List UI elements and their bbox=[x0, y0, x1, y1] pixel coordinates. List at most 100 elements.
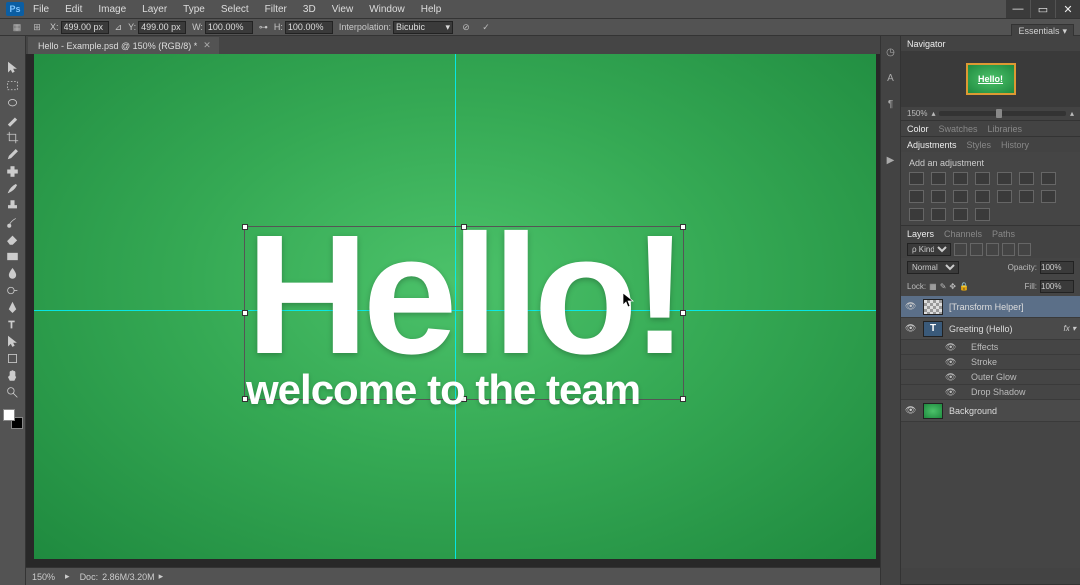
h-field[interactable] bbox=[285, 21, 333, 34]
menu-view[interactable]: View bbox=[325, 2, 361, 17]
lock-all-icon[interactable]: 🔒 bbox=[959, 282, 969, 291]
layer-name[interactable]: Greeting (Hello) bbox=[949, 324, 1058, 334]
actions-icon[interactable]: ▶ bbox=[883, 152, 899, 168]
gradient-tool[interactable] bbox=[2, 248, 24, 265]
menu-type[interactable]: Type bbox=[176, 2, 212, 17]
fx-outer-glow[interactable]: 👁 Outer Glow bbox=[901, 370, 1080, 385]
adj-curves-icon[interactable] bbox=[953, 172, 968, 185]
history-icon[interactable]: ◷ bbox=[883, 44, 899, 60]
wand-tool[interactable] bbox=[2, 112, 24, 129]
layer-name[interactable]: Background bbox=[949, 406, 1076, 416]
stamp-tool[interactable] bbox=[2, 197, 24, 214]
layer-row-greeting[interactable]: 👁 T Greeting (Hello) fx ▾ bbox=[901, 318, 1080, 340]
menu-filter[interactable]: Filter bbox=[258, 2, 294, 17]
fx-badge[interactable]: fx ▾ bbox=[1064, 324, 1076, 333]
move-tool[interactable] bbox=[2, 56, 24, 78]
adjustments-tab[interactable]: Adjustments bbox=[907, 140, 957, 150]
adj-threshold-icon[interactable] bbox=[1019, 190, 1034, 203]
menu-help[interactable]: Help bbox=[414, 2, 449, 17]
layer-row-transform-helper[interactable]: 👁 [Transform Helper] bbox=[901, 296, 1080, 318]
fill-field[interactable] bbox=[1040, 280, 1074, 293]
hand-tool[interactable] bbox=[2, 367, 24, 384]
adj-channel-mixer-icon[interactable] bbox=[931, 190, 946, 203]
opacity-field[interactable] bbox=[1040, 261, 1074, 274]
x-field[interactable] bbox=[61, 21, 109, 34]
visibility-icon[interactable]: 👁 bbox=[905, 405, 917, 416]
swatches-tab[interactable]: Swatches bbox=[939, 124, 978, 134]
character-icon[interactable]: A bbox=[883, 70, 899, 86]
adj-selective-icon[interactable] bbox=[909, 208, 924, 221]
zoom-in-icon[interactable]: ▴ bbox=[1070, 109, 1074, 118]
fx-drop-shadow[interactable]: 👁 Drop Shadow bbox=[901, 385, 1080, 400]
menu-select[interactable]: Select bbox=[214, 2, 256, 17]
menu-file[interactable]: File bbox=[26, 2, 56, 17]
reference-point-icon[interactable]: ⊞ bbox=[30, 20, 44, 34]
foreground-background-swatch[interactable] bbox=[1, 407, 25, 431]
lasso-tool[interactable] bbox=[2, 95, 24, 112]
heal-tool[interactable] bbox=[2, 163, 24, 180]
eraser-tool[interactable] bbox=[2, 231, 24, 248]
document-tab[interactable]: Hello - Example.psd @ 150% (RGB/8) * ✕ bbox=[28, 37, 219, 54]
doc-menu-icon[interactable]: ▸ bbox=[159, 571, 164, 582]
zoom-out-icon[interactable]: ▴ bbox=[931, 109, 935, 118]
adj-more2-icon[interactable] bbox=[953, 208, 968, 221]
adj-posterize-icon[interactable] bbox=[997, 190, 1012, 203]
menu-window[interactable]: Window bbox=[362, 2, 412, 17]
adj-more3-icon[interactable] bbox=[975, 208, 990, 221]
foreground-color[interactable] bbox=[3, 409, 15, 421]
lock-pixels-icon[interactable]: ✎ bbox=[940, 282, 947, 291]
status-chevron-icon[interactable]: ▸ bbox=[65, 571, 70, 582]
adj-invert-icon[interactable] bbox=[975, 190, 990, 203]
history-brush-tool[interactable] bbox=[2, 214, 24, 231]
brush-tool[interactable] bbox=[2, 180, 24, 197]
channels-tab[interactable]: Channels bbox=[944, 229, 982, 239]
adj-vibrance-icon[interactable] bbox=[997, 172, 1012, 185]
adj-exposure-icon[interactable] bbox=[975, 172, 990, 185]
adj-brightness-icon[interactable] bbox=[909, 172, 924, 185]
layers-tab[interactable]: Layers bbox=[907, 229, 934, 239]
libraries-tab[interactable]: Libraries bbox=[988, 124, 1023, 134]
effects-toggle-icon[interactable]: 👁 bbox=[945, 357, 956, 368]
adj-bw-icon[interactable] bbox=[1041, 172, 1056, 185]
fx-stroke[interactable]: 👁 Stroke bbox=[901, 355, 1080, 370]
layer-filter-kind[interactable]: ρ Kind bbox=[907, 243, 951, 256]
link-wh-icon[interactable]: ⊶ bbox=[259, 22, 268, 33]
y-field[interactable] bbox=[138, 21, 186, 34]
menu-3d[interactable]: 3D bbox=[296, 2, 323, 17]
adj-hue-icon[interactable] bbox=[1019, 172, 1034, 185]
minimize-button[interactable]: — bbox=[1006, 0, 1030, 18]
paragraph-icon[interactable]: ¶ bbox=[883, 96, 899, 112]
filter-adjust-icon[interactable] bbox=[970, 243, 983, 256]
layer-name[interactable]: [Transform Helper] bbox=[949, 302, 1076, 312]
adj-more1-icon[interactable] bbox=[931, 208, 946, 221]
visibility-icon[interactable]: 👁 bbox=[905, 323, 917, 334]
type-tool[interactable]: T bbox=[2, 316, 24, 333]
filter-pixel-icon[interactable] bbox=[954, 243, 967, 256]
shape-tool[interactable] bbox=[2, 350, 24, 367]
fx-effects[interactable]: 👁 Effects bbox=[901, 340, 1080, 355]
crop-tool[interactable] bbox=[2, 129, 24, 146]
marquee-tool[interactable] bbox=[2, 78, 24, 95]
blur-tool[interactable] bbox=[2, 265, 24, 282]
zoom-slider[interactable] bbox=[939, 111, 1066, 116]
path-select-tool[interactable] bbox=[2, 333, 24, 350]
adj-color-lookup-icon[interactable] bbox=[953, 190, 968, 203]
visibility-icon[interactable]: 👁 bbox=[905, 301, 917, 312]
adj-photo-filter-icon[interactable] bbox=[909, 190, 924, 203]
effects-toggle-icon[interactable]: 👁 bbox=[945, 387, 956, 398]
navigator-zoom[interactable]: 150% bbox=[907, 109, 927, 118]
history-tab[interactable]: History bbox=[1001, 140, 1029, 150]
zoom-level[interactable]: 150% bbox=[32, 572, 55, 582]
adj-levels-icon[interactable] bbox=[931, 172, 946, 185]
close-button[interactable]: ✕ bbox=[1056, 0, 1080, 18]
link-xy-icon[interactable]: ⊿ bbox=[115, 22, 123, 33]
pen-tool[interactable] bbox=[2, 299, 24, 316]
adj-gradient-map-icon[interactable] bbox=[1041, 190, 1056, 203]
w-field[interactable] bbox=[205, 21, 253, 34]
filter-shape-icon[interactable] bbox=[1002, 243, 1015, 256]
commit-transform-icon[interactable]: ✓ bbox=[479, 20, 493, 34]
filter-smart-icon[interactable] bbox=[1018, 243, 1031, 256]
close-tab-icon[interactable]: ✕ bbox=[203, 40, 211, 51]
eyedropper-tool[interactable] bbox=[2, 146, 24, 163]
navigator-tab[interactable]: Navigator bbox=[907, 39, 946, 49]
